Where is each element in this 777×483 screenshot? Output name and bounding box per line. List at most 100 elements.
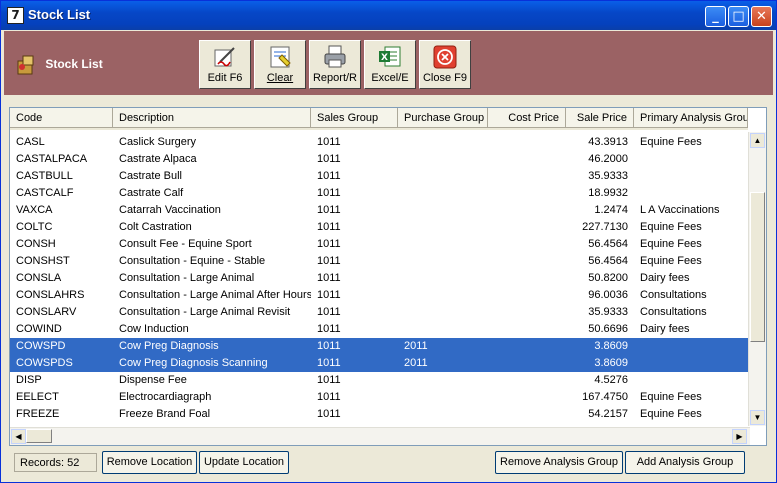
stock-grid[interactable]: Code Description Sales Group Purchase Gr…: [9, 107, 767, 446]
edit-button[interactable]: Edit F6: [199, 40, 251, 89]
table-row[interactable]: CONSH Consult Fee - Equine Sport 1011 56.45…: [10, 236, 748, 253]
cell-code: CONSHST: [16, 255, 70, 267]
cell-sp: 35.9333: [588, 170, 628, 182]
cell-sp: 227.7130: [582, 221, 628, 233]
scroll-left-button[interactable]: ◀: [11, 429, 26, 444]
table-row[interactable]: CONSHST Consultation - Equine - Stable 101…: [10, 253, 748, 270]
title-bar[interactable]: 7 Stock List _ □ ✕: [1, 1, 776, 30]
cell-pg: [398, 253, 488, 270]
cell-cp: [488, 304, 566, 321]
scroll-right-button[interactable]: ▶: [732, 429, 747, 444]
cell-code: CONSLARV: [16, 306, 77, 318]
cell-sp: 18.9932: [588, 187, 628, 199]
column-header-sales-group[interactable]: Sales Group: [311, 108, 398, 128]
table-row[interactable]: CONSLA Consultation - Large Animal 1011 50.…: [10, 270, 748, 287]
column-header-primary-analysis-group[interactable]: Primary Analysis Group: [634, 108, 748, 128]
cell-pg: [398, 219, 488, 236]
table-row[interactable]: EELECT Electrocardiagraph 1011 167.4750 Equi…: [10, 389, 748, 406]
cell-sg: 1011: [317, 170, 341, 182]
cell-sp: 50.6696: [588, 323, 628, 335]
cell-cp: [488, 219, 566, 236]
horizontal-scrollbar[interactable]: ◀ ▶: [10, 427, 750, 445]
add-analysis-group-button[interactable]: Add Analysis Group: [625, 451, 745, 474]
table-row[interactable]: CONSLAHRS Consultation - Large Animal Aft…: [10, 287, 748, 304]
vertical-scroll-thumb[interactable]: [750, 192, 765, 342]
cell-pg: 2011: [404, 357, 428, 369]
cell-desc: Cow Preg Diagnosis: [119, 340, 219, 352]
cell-ag: Dairy fees: [640, 272, 690, 284]
close-f9-button-label: Close F9: [422, 72, 468, 84]
table-row[interactable]: FREEZE Freeze Brand Foal 1011 54.2157 Equine…: [10, 406, 748, 423]
cell-cp: [488, 151, 566, 168]
remove-location-button[interactable]: Remove Location: [102, 451, 197, 474]
table-row[interactable]: CASTBULL Castrate Bull 1011 35.9333: [10, 168, 748, 185]
cell-ag: [634, 168, 748, 185]
column-header-sale-price[interactable]: Sale Price: [566, 108, 634, 128]
cell-desc: Electrocardiagraph: [119, 391, 212, 403]
cell-desc: Castrate Calf: [119, 187, 184, 199]
column-header-description[interactable]: Description: [113, 108, 311, 128]
report-button[interactable]: Report/R: [309, 40, 361, 89]
table-row[interactable]: COWSPDS Cow Preg Diagnosis Scanning 1011 20…: [10, 355, 748, 372]
cell-desc: Consult Fee - Equine Sport: [119, 238, 252, 250]
cell-sg: 1011: [317, 187, 341, 199]
arrow-right-icon: ▶: [736, 432, 743, 441]
cell-cp: [488, 253, 566, 270]
arrow-left-icon: ◀: [15, 432, 22, 441]
cell-desc: Castrate Alpaca: [119, 153, 197, 165]
table-row[interactable]: CONSLARV Consultation - Large Animal Revi…: [10, 304, 748, 321]
scroll-up-button[interactable]: ▲: [750, 133, 765, 148]
close-window-button[interactable]: ✕: [751, 6, 772, 27]
update-location-button[interactable]: Update Location: [199, 451, 289, 474]
table-row[interactable]: COWSPD Cow Preg Diagnosis 1011 2011 3.8609: [10, 338, 748, 355]
toolbar-title-text: Stock List: [45, 57, 103, 72]
remove-analysis-group-button[interactable]: Remove Analysis Group: [495, 451, 623, 474]
cell-desc: Colt Castration: [119, 221, 192, 233]
column-header-purchase-group[interactable]: Purchase Group: [398, 108, 488, 128]
cell-cp: [488, 270, 566, 287]
cell-sg: 1011: [317, 340, 341, 352]
cell-pg: [398, 185, 488, 202]
horizontal-scroll-thumb[interactable]: [26, 429, 52, 443]
cell-pg: [398, 406, 488, 423]
cell-ag: Dairy fees: [640, 323, 690, 335]
cell-desc: Catarrah Vaccination: [119, 204, 221, 216]
cell-sg: 1011: [317, 391, 341, 403]
cell-pg: [398, 168, 488, 185]
clear-button[interactable]: Clear: [254, 40, 306, 89]
cell-pg: [398, 372, 488, 389]
cell-pg: [398, 321, 488, 338]
table-row[interactable]: COLTC Colt Castration 1011 227.7130 Equine F…: [10, 219, 748, 236]
close-f9-button[interactable]: Close F9: [419, 40, 471, 89]
table-row[interactable]: CASL Caslick Surgery 1011 43.3913 Equine Fee…: [10, 134, 748, 151]
vertical-scrollbar[interactable]: ▲ ▼: [748, 132, 766, 426]
cell-sp: 4.5276: [594, 374, 628, 386]
arrow-down-icon: ▼: [753, 413, 762, 422]
table-row[interactable]: CASTALPACA Castrate Alpaca 1011 46.2000: [10, 151, 748, 168]
cell-ag: Equine Fees: [640, 255, 702, 267]
cell-sg: 1011: [317, 221, 341, 233]
cell-code: EELECT: [16, 391, 59, 403]
cell-code: FREEZE: [16, 408, 60, 420]
cell-cp: [488, 168, 566, 185]
minimize-button[interactable]: _: [705, 6, 726, 27]
cell-pg: 2011: [404, 340, 428, 352]
column-header-cost-price[interactable]: Cost Price: [488, 108, 566, 128]
table-row[interactable]: COWIND Cow Induction 1011 50.6696 Dairy fees: [10, 321, 748, 338]
excel-button[interactable]: X Excel/E: [364, 40, 416, 89]
scroll-down-button[interactable]: ▼: [750, 410, 765, 425]
cell-sg: 1011: [317, 153, 341, 165]
table-row[interactable]: CASTCALF Castrate Calf 1011 18.9932: [10, 185, 748, 202]
window-title: Stock List: [28, 7, 91, 22]
edit-icon: [214, 47, 235, 67]
table-row[interactable]: DISP Dispense Fee 1011 4.5276: [10, 372, 748, 389]
app-icon: 7: [7, 7, 24, 24]
cell-ag: Consultations: [640, 289, 707, 301]
cell-ag: Equine Fees: [640, 391, 702, 403]
grid-rows: CASL Caslick Surgery 1011 43.3913 Equine Fee…: [10, 134, 748, 423]
table-row[interactable]: VAXCA Catarrah Vaccination 1011 1.2474 L A V…: [10, 202, 748, 219]
maximize-button[interactable]: □: [728, 6, 749, 27]
column-header-code[interactable]: Code: [10, 108, 113, 128]
cell-desc: Consultation - Equine - Stable: [119, 255, 266, 267]
cell-pg: [398, 304, 488, 321]
